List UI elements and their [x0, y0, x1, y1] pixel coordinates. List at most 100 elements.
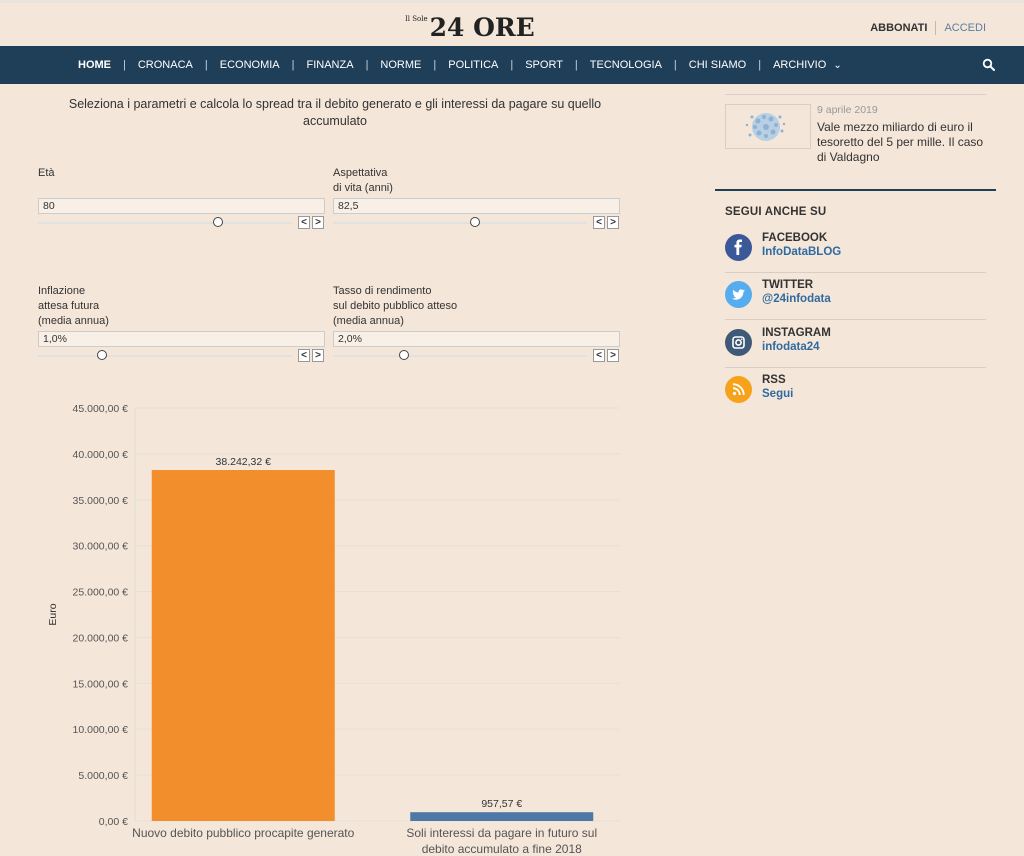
inflazione-slider[interactable]: < > — [38, 348, 326, 364]
article-date: 9 aprile 2019 — [817, 104, 878, 116]
chevron-right-icon[interactable]: > — [312, 349, 324, 362]
chevron-right-icon[interactable]: > — [607, 349, 619, 362]
slider-track[interactable] — [38, 355, 292, 357]
slider-thumb[interactable] — [399, 350, 410, 360]
inflazione-input[interactable]: 1,0% — [38, 331, 325, 347]
bar — [410, 812, 594, 821]
nav-item-politica[interactable]: POLITICA — [448, 59, 498, 71]
social-divider — [725, 319, 986, 320]
slider-thumb[interactable] — [213, 217, 224, 227]
aspettativa-stepper: < > — [593, 216, 619, 229]
social-facebook[interactable]: FACEBOOK InfoDataBLOG — [725, 228, 986, 274]
y-tick-label: 0,00 € — [99, 816, 128, 828]
nav-item-tecnologia[interactable]: TECNOLOGIA — [590, 59, 662, 71]
social-instagram[interactable]: INSTAGRAM infodata24 — [725, 323, 986, 369]
nav-separator: | — [673, 59, 677, 71]
site-logo[interactable]: Il Sole 24 ORE — [405, 11, 535, 41]
y-tick-label: 45.000,00 € — [73, 403, 129, 415]
social-handle[interactable]: infodata24 — [762, 341, 820, 353]
y-tick-label: 40.000,00 € — [73, 449, 129, 461]
follow-section-title: SEGUI ANCHE SU — [725, 206, 827, 218]
aspettativa-input[interactable]: 82,5 — [333, 198, 620, 214]
chevron-right-icon[interactable]: > — [312, 216, 324, 229]
accedi-link[interactable]: ACCEDI — [944, 22, 986, 34]
nav-item-archivio-label: ARCHIVIO — [773, 59, 827, 71]
tasso-slider[interactable]: < > — [333, 348, 621, 364]
sidebar-divider — [725, 94, 986, 95]
nav-item-cronaca[interactable]: CRONACA — [138, 59, 193, 71]
slider-thumb[interactable] — [470, 217, 481, 227]
eta-stepper: < > — [298, 216, 324, 229]
chevron-right-icon[interactable]: > — [607, 216, 619, 229]
tasso-input[interactable]: 2,0% — [333, 331, 620, 347]
nav-separator: | — [574, 59, 578, 71]
nav-item-norme[interactable]: NORME — [380, 59, 421, 71]
article-title-link[interactable]: Vale mezzo miliardo di euro il tesoretto… — [817, 120, 995, 165]
spread-chart: 0,00 € 5.000,00 € 10.000,00 € 15.000,00 € 20… — [0, 402, 700, 856]
nav-item-chi-siamo[interactable]: CHI SIAMO — [689, 59, 746, 71]
nav-item-home[interactable]: HOME — [78, 59, 111, 71]
chevron-down-icon: ⌄ — [833, 60, 842, 71]
nav-separator: | — [365, 59, 369, 71]
bar-chart-svg: 0,00 € 5.000,00 € 10.000,00 € 15.000,00 € 20… — [47, 403, 620, 856]
param-label: Aspettativa di vita (anni) — [333, 167, 393, 194]
slider-track[interactable] — [38, 222, 292, 224]
tasso-stepper: < > — [593, 349, 619, 362]
aspettativa-slider[interactable]: < > — [333, 215, 621, 231]
chevron-left-icon[interactable]: < — [593, 349, 605, 362]
search-icon[interactable] — [982, 58, 996, 72]
param-label: Inflazione attesa futura (media annua) — [38, 285, 109, 327]
twitter-icon[interactable] — [725, 281, 752, 308]
social-name[interactable]: RSS — [762, 374, 786, 386]
nav-separator: | — [291, 59, 295, 71]
top-header: Il Sole 24 ORE ABBONATI ACCEDI — [0, 0, 1024, 46]
y-tick-label: 25.000,00 € — [73, 587, 129, 599]
y-tick-label: 35.000,00 € — [73, 495, 129, 507]
nav-separator: | — [433, 59, 437, 71]
social-divider — [725, 272, 986, 273]
social-handle[interactable]: InfoDataBLOG — [762, 246, 841, 258]
slider-track[interactable] — [333, 355, 587, 357]
social-handle[interactable]: @24infodata — [762, 293, 831, 305]
x-category-label: Nuovo debito pubblico procapite generato — [132, 826, 354, 840]
instagram-icon[interactable] — [725, 329, 752, 356]
param-tasso: Tasso di rendimento sul debito pubblico … — [333, 284, 621, 364]
nav-separator: | — [510, 59, 514, 71]
bar-value-label: 38.242,32 € — [216, 456, 272, 468]
eta-slider[interactable]: < > — [38, 215, 326, 231]
y-tick-label: 20.000,00 € — [73, 632, 129, 644]
nav-item-archivio[interactable]: ARCHIVIO ⌄ — [773, 59, 842, 71]
nav-separator: | — [204, 59, 208, 71]
slider-track[interactable] — [333, 222, 587, 224]
param-inflazione: Inflazione attesa futura (media annua) 1… — [38, 284, 326, 364]
social-handle[interactable]: Segui — [762, 388, 793, 400]
nav-item-finanza[interactable]: FINANZA — [307, 59, 354, 71]
chevron-left-icon[interactable]: < — [298, 216, 310, 229]
facebook-icon[interactable] — [725, 234, 752, 261]
inflazione-stepper: < > — [298, 349, 324, 362]
param-aspettativa: Aspettativa di vita (anni) 82,5 < > — [333, 166, 621, 231]
param-label: Età — [38, 167, 55, 179]
nav-item-economia[interactable]: ECONOMIA — [220, 59, 280, 71]
account-links: ABBONATI ACCEDI — [870, 21, 986, 35]
slider-thumb[interactable] — [96, 350, 107, 360]
rss-icon[interactable] — [725, 376, 752, 403]
social-twitter[interactable]: TWITTER @24infodata — [725, 275, 986, 321]
social-name[interactable]: INSTAGRAM — [762, 327, 831, 339]
chevron-left-icon[interactable]: < — [593, 216, 605, 229]
y-axis-label: Euro — [47, 603, 59, 625]
y-tick-label: 10.000,00 € — [73, 724, 129, 736]
y-tick-label: 30.000,00 € — [73, 541, 129, 553]
social-rss[interactable]: RSS Segui — [725, 370, 986, 416]
eta-input[interactable]: 80 — [38, 198, 325, 214]
social-divider — [725, 367, 986, 368]
nav-item-sport[interactable]: SPORT — [525, 59, 563, 71]
social-name[interactable]: TWITTER — [762, 279, 813, 291]
chevron-left-icon[interactable]: < — [298, 349, 310, 362]
nav-separator: | — [758, 59, 762, 71]
article-thumbnail[interactable] — [725, 104, 811, 149]
param-eta: Età 80 < > — [38, 166, 326, 231]
dot-cluster-image — [745, 113, 786, 141]
abbonati-link[interactable]: ABBONATI — [870, 22, 927, 34]
social-name[interactable]: FACEBOOK — [762, 232, 827, 244]
